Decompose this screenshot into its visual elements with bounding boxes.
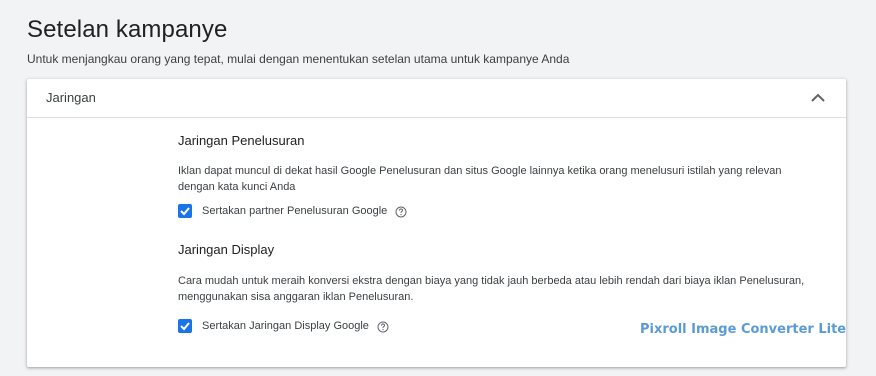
search-network-title: Jaringan Penelusuran <box>178 133 305 148</box>
network-section-header[interactable]: Jaringan <box>27 79 846 118</box>
checkmark-icon <box>180 322 190 331</box>
display-network-checkbox[interactable] <box>178 319 192 333</box>
search-partners-label[interactable]: Sertakan partner Penelusuran Google <box>202 205 387 217</box>
display-network-description: Cara mudah untuk meraih konversi ekstra … <box>178 275 805 303</box>
display-network-title: Jaringan Display <box>178 242 275 257</box>
display-network-option: Sertakan Jaringan Display Google <box>178 317 389 335</box>
checkmark-icon <box>180 207 190 216</box>
help-circle-icon[interactable] <box>377 320 389 333</box>
search-network-description: Iklan dapat muncul di dekat hasil Google… <box>178 165 782 193</box>
page-subtitle: Untuk menjangkau orang yang tepat, mulai… <box>27 52 570 66</box>
chevron-up-icon[interactable] <box>810 91 826 103</box>
display-network-label[interactable]: Sertakan Jaringan Display Google <box>202 320 369 332</box>
search-partners-option: Sertakan partner Penelusuran Google <box>178 202 407 220</box>
search-partners-checkbox[interactable] <box>178 204 192 218</box>
network-section-title: Jaringan <box>46 90 96 105</box>
watermark: Pixroll Image Converter Lite <box>640 322 847 337</box>
page-title: Setelan kampanye <box>27 16 228 43</box>
help-circle-icon[interactable] <box>395 205 407 218</box>
